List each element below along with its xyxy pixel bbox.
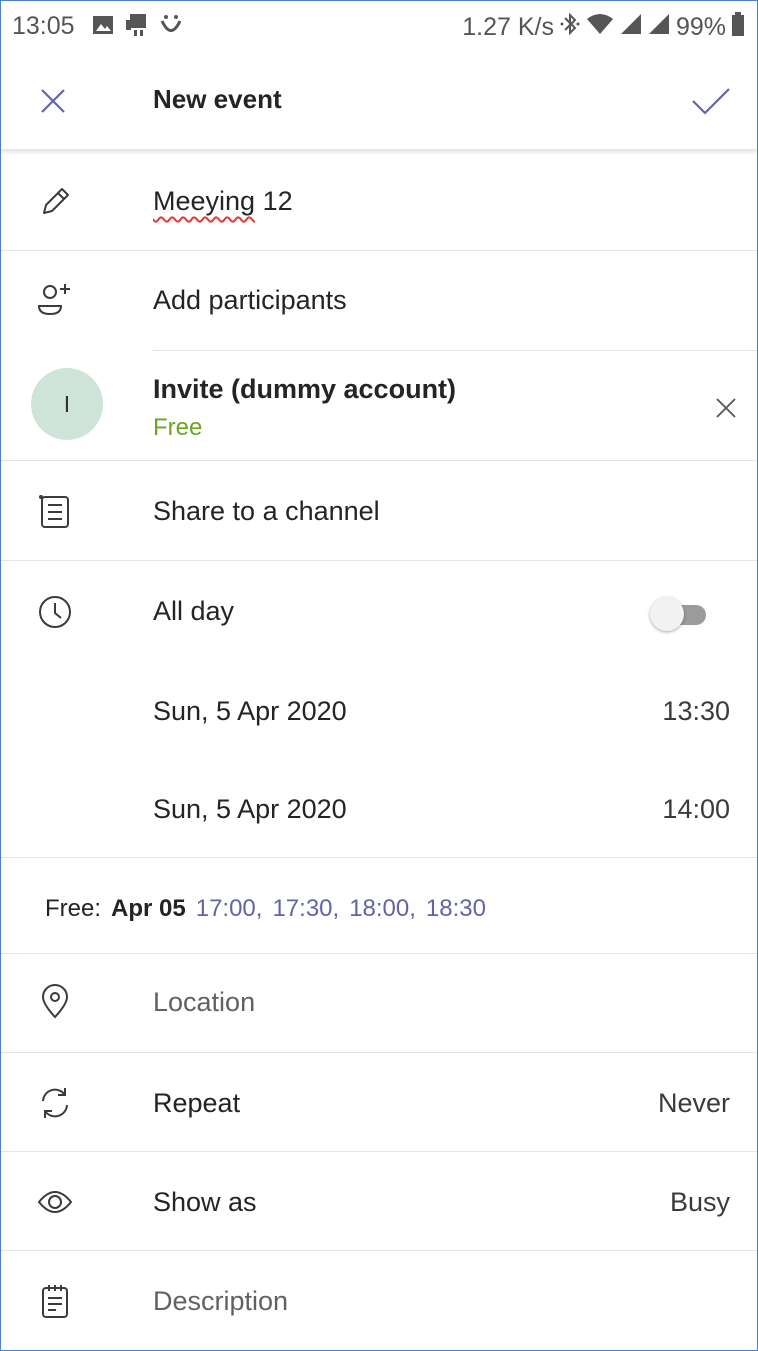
avatar-initial: I — [63, 390, 71, 417]
close-icon — [716, 398, 736, 418]
show-as-label[interactable]: Show as — [153, 1187, 257, 1218]
end-time-button[interactable]: 14:00 — [662, 794, 730, 825]
app-bar: New event — [0, 52, 758, 149]
participant-name: Invite (dummy account) — [153, 374, 457, 404]
screen-border — [0, 0, 758, 1351]
time-slot[interactable]: 18:00, — [349, 895, 416, 923]
bluetooth-icon — [560, 12, 580, 43]
all-day-label: All day — [153, 596, 235, 626]
event-title-input[interactable]: Meeying 12 — [153, 186, 293, 217]
repeat-value[interactable]: Never — [658, 1088, 730, 1119]
event-title-misspelled-word: Meeying — [153, 186, 256, 216]
time-slot[interactable]: 17:30, — [272, 895, 339, 923]
divider — [0, 560, 758, 561]
repeat-icon — [33, 1081, 77, 1125]
close-icon — [41, 89, 65, 113]
cast-notification-icon — [124, 12, 150, 43]
checkmark-icon — [692, 88, 730, 115]
free-label: Free: — [45, 895, 102, 922]
add-participants-button[interactable]: Add participants — [153, 285, 347, 316]
event-title-suffix: 12 — [255, 186, 293, 216]
free-time-suggestions: Free: Apr 05 17:00, 17:30, 18:00, 18:30 — [45, 895, 486, 923]
divider — [0, 250, 758, 251]
wifi-icon — [586, 13, 614, 42]
eye-icon — [33, 1180, 77, 1224]
location-pin-icon — [33, 980, 77, 1024]
end-date-button[interactable]: Sun, 5 Apr 2020 — [153, 794, 347, 825]
divider — [0, 460, 758, 461]
free-date: Apr 05 — [111, 895, 186, 922]
time-slot[interactable]: 18:30 — [426, 895, 486, 923]
location-input[interactable]: Location — [153, 987, 255, 1018]
signal-icon — [620, 13, 642, 42]
pencil-icon — [33, 180, 77, 224]
avatar: I — [31, 368, 103, 440]
time-slot[interactable]: 17:00, — [196, 895, 263, 923]
divider — [0, 1151, 758, 1152]
repeat-label[interactable]: Repeat — [153, 1088, 240, 1119]
divider — [0, 1250, 758, 1251]
start-time-button[interactable]: 13:30 — [662, 696, 730, 727]
toggle-knob — [650, 597, 684, 631]
all-day-toggle[interactable] — [650, 596, 708, 631]
description-input[interactable]: Description — [153, 1286, 288, 1317]
battery-icon — [732, 12, 744, 43]
add-person-icon — [33, 278, 77, 322]
divider — [153, 350, 758, 351]
close-button[interactable] — [30, 78, 76, 124]
smile-notification-icon — [158, 12, 184, 43]
channel-icon — [33, 490, 77, 534]
divider — [0, 1052, 758, 1053]
show-as-value[interactable]: Busy — [670, 1187, 730, 1218]
signal-icon — [648, 13, 670, 42]
save-button[interactable] — [686, 78, 736, 124]
page-title: New event — [153, 84, 282, 114]
network-speed: 1.27 K/s — [462, 13, 554, 41]
image-notification-icon — [92, 14, 114, 41]
notepad-icon — [33, 1279, 77, 1323]
divider — [0, 857, 758, 858]
start-date-button[interactable]: Sun, 5 Apr 2020 — [153, 696, 347, 727]
battery-level: 99% — [675, 13, 726, 41]
clock-icon — [33, 590, 77, 634]
status-bar: 13:05 1.27 K/s 99% — [0, 0, 758, 52]
share-to-channel-button[interactable]: Share to a channel — [153, 496, 380, 527]
status-right: 1.27 K/s 99% — [462, 12, 744, 43]
participant-availability: Free — [153, 414, 203, 441]
divider — [0, 953, 758, 954]
remove-participant-button[interactable] — [706, 392, 746, 424]
status-time: 13:05 — [12, 12, 75, 40]
